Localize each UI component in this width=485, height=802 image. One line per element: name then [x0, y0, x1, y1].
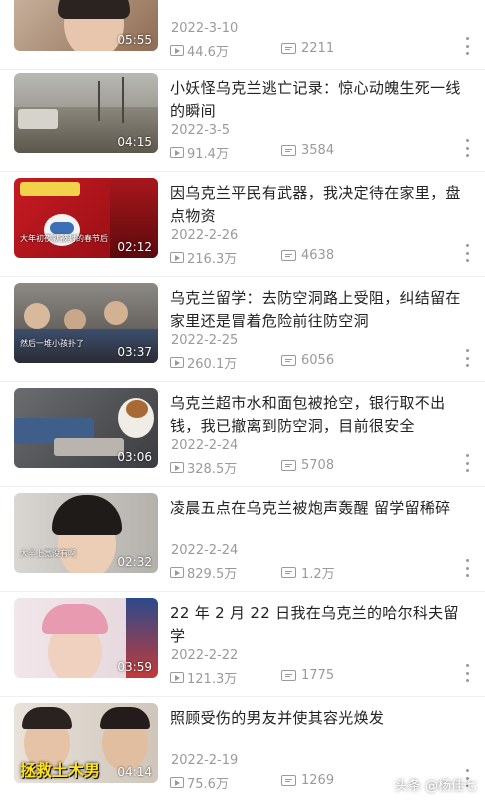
video-thumbnail[interactable]: 03:59: [14, 598, 158, 678]
comment-icon: [281, 145, 296, 156]
comment-count: 1775: [301, 668, 335, 683]
play-count-icon: [170, 462, 184, 473]
view-count: 260.1万: [187, 357, 238, 372]
play-count-icon: [170, 45, 184, 56]
more-options-icon[interactable]: [465, 37, 469, 55]
video-duration: 04:15: [117, 135, 152, 149]
view-count: 44.6万: [187, 45, 229, 60]
comment-count: 1.2万: [301, 567, 335, 582]
comment-count: 1269: [301, 773, 335, 788]
view-count: 121.3万: [187, 672, 238, 687]
comment-icon: [281, 775, 296, 786]
view-count: 91.4万: [187, 147, 229, 162]
more-options-icon[interactable]: [465, 244, 469, 262]
view-count: 216.3万: [187, 252, 238, 267]
thumbnail-caption: 然后一堆小孩扑了: [20, 339, 84, 348]
more-options-icon[interactable]: [465, 454, 469, 472]
video-title[interactable]: 凌晨五点在乌克兰被炮声轰醒 留学留稀碎: [170, 497, 468, 520]
comment-icon: [281, 355, 296, 366]
video-date: 2022-2-19: [171, 753, 239, 768]
comment-icon: [281, 250, 296, 261]
video-thumbnail[interactable]: 拯救土木男 04:14: [14, 703, 158, 783]
video-thumbnail[interactable]: 大年初夜就被封的春节后 02:12: [14, 178, 158, 258]
video-thumbnail[interactable]: 03:06: [14, 388, 158, 468]
video-thumbnail[interactable]: 然后一堆小孩扑了 03:37: [14, 283, 158, 363]
video-duration: 03:06: [117, 450, 152, 464]
video-duration: 03:37: [117, 345, 152, 359]
video-thumbnail[interactable]: 04:15: [14, 73, 158, 153]
video-duration: 04:14: [117, 765, 152, 779]
comment-count: 2211: [301, 41, 335, 56]
comment-count: 6056: [301, 353, 335, 368]
video-duration: 02:32: [117, 555, 152, 569]
video-title[interactable]: 小妖怪乌克兰逃亡记录：惊心动魄生死一线的瞬间: [170, 77, 468, 123]
view-count: 328.5万: [187, 462, 238, 477]
comment-count: 4638: [301, 248, 335, 263]
video-title[interactable]: 因乌克兰平民有武器，我决定待在家里，盘点物资: [170, 182, 468, 228]
thumbnail-caption: 拯救土木男: [20, 761, 101, 780]
more-options-icon[interactable]: [465, 559, 469, 577]
play-count-icon: [170, 672, 184, 683]
list-item[interactable]: 04:15 小妖怪乌克兰逃亡记录：惊心动魄生死一线的瞬间 2022-3-5 91…: [0, 67, 485, 172]
thumbnail-caption: 大半上宽没有啊: [20, 549, 76, 558]
video-duration: 03:59: [117, 660, 152, 674]
comment-icon: [281, 567, 296, 578]
comment-icon: [281, 43, 296, 54]
video-date: 2022-2-26: [171, 228, 239, 243]
video-title[interactable]: 乌克兰超市水和面包被抢空，银行取不出钱，我已撤离到防空洞，目前很安全: [170, 392, 468, 438]
play-count-icon: [170, 252, 184, 263]
more-options-icon[interactable]: [465, 139, 469, 157]
video-title[interactable]: 照顾受伤的男友并使其容光焕发: [170, 707, 468, 730]
play-count-icon: [170, 567, 184, 578]
video-duration: 02:12: [117, 240, 152, 254]
play-count-icon: [170, 777, 184, 788]
view-count: 75.6万: [187, 777, 229, 792]
video-date: 2022-2-25: [171, 333, 239, 348]
video-thumbnail[interactable]: 大半上宽没有啊 02:32: [14, 493, 158, 573]
more-options-icon[interactable]: [465, 349, 469, 367]
video-thumbnail[interactable]: 05:55: [14, 0, 158, 51]
list-item[interactable]: 大半上宽没有啊 02:32 凌晨五点在乌克兰被炮声轰醒 留学留稀碎 2022-2…: [0, 487, 485, 592]
list-item[interactable]: 然后一堆小孩扑了 03:37 乌克兰留学：去防空洞路上受阻，纠结留在家里还是冒着…: [0, 277, 485, 382]
comment-count: 3584: [301, 143, 335, 158]
video-date: 2022-2-24: [171, 438, 239, 453]
list-item[interactable]: 05:55 痛 2022-3-10 44.6万 2211: [0, 0, 485, 70]
list-item[interactable]: 大年初夜就被封的春节后 02:12 因乌克兰平民有武器，我决定待在家里，盘点物资…: [0, 172, 485, 277]
thumbnail-caption: 大年初夜就被封的春节后: [20, 234, 108, 243]
video-date: 2022-3-5: [171, 123, 231, 138]
video-title[interactable]: 乌克兰留学：去防空洞路上受阻，纠结留在家里还是冒着危险前往防空洞: [170, 287, 468, 333]
comment-icon: [281, 670, 296, 681]
list-item[interactable]: 03:06 乌克兰超市水和面包被抢空，银行取不出钱，我已撤离到防空洞，目前很安全…: [0, 382, 485, 487]
comment-count: 5708: [301, 458, 335, 473]
video-date: 2022-3-10: [171, 21, 239, 36]
play-count-icon: [170, 357, 184, 368]
video-duration: 05:55: [117, 33, 152, 47]
video-date: 2022-2-24: [171, 543, 239, 558]
play-count-icon: [170, 147, 184, 158]
view-count: 829.5万: [187, 567, 238, 582]
more-options-icon[interactable]: [465, 664, 469, 682]
video-date: 2022-2-22: [171, 648, 239, 663]
comment-icon: [281, 460, 296, 471]
watermark: 头条 @杨佳七: [394, 779, 477, 794]
video-title[interactable]: 22 年 2 月 22 日我在乌克兰的哈尔科夫留学: [170, 602, 468, 648]
list-item[interactable]: 03:59 22 年 2 月 22 日我在乌克兰的哈尔科夫留学 2022-2-2…: [0, 592, 485, 697]
